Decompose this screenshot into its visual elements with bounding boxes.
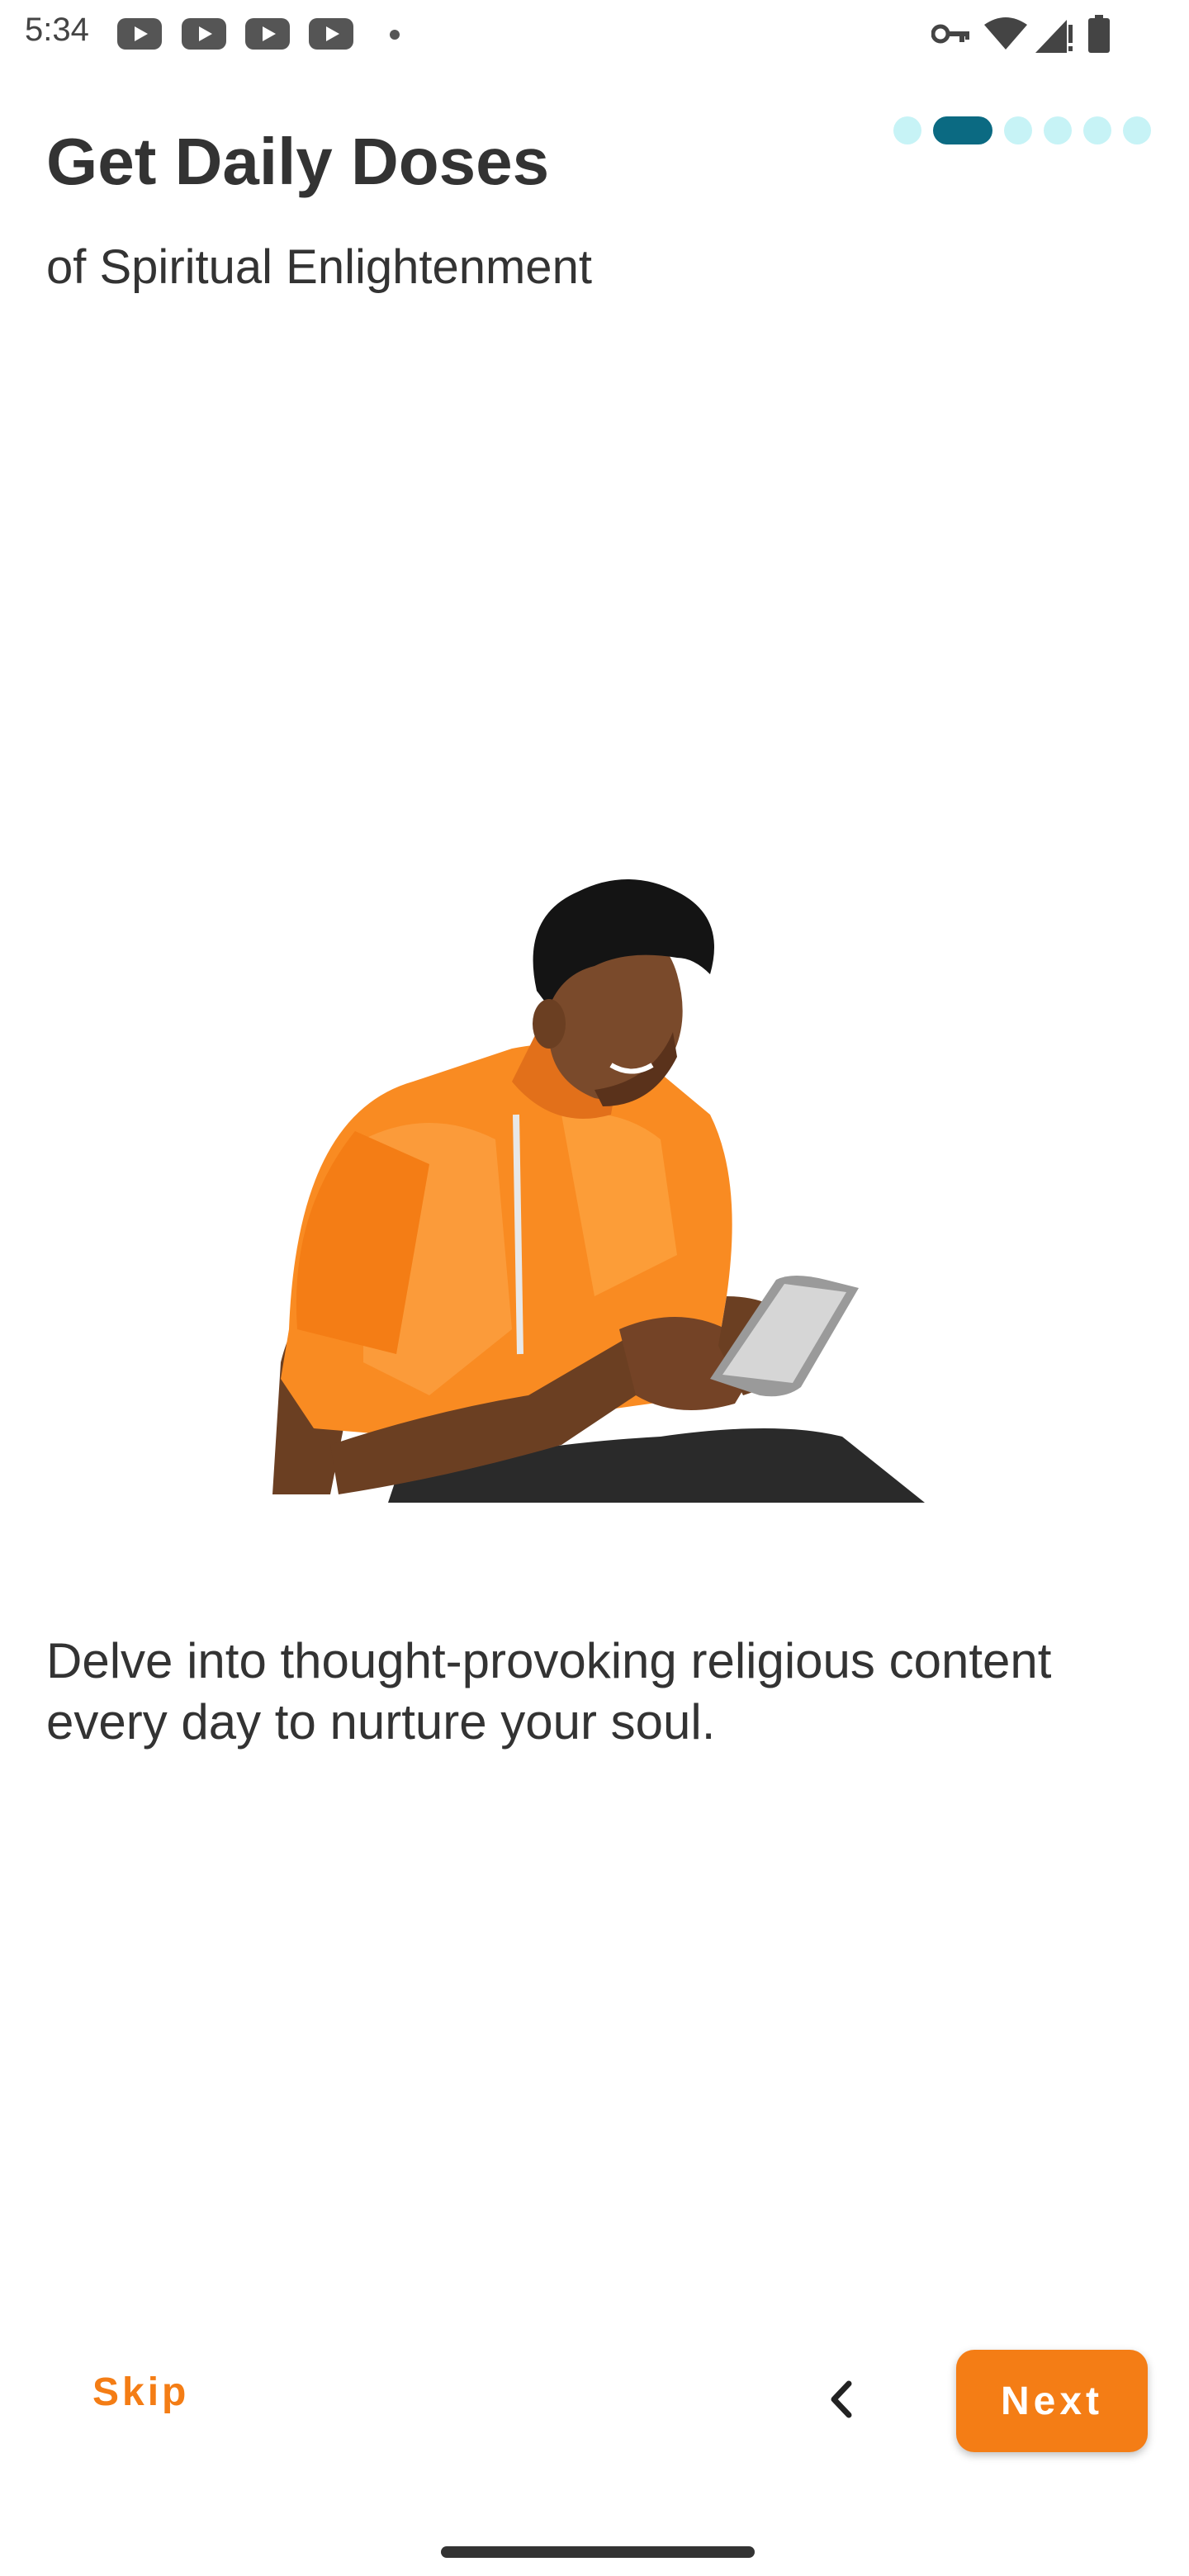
- page-dot: [1044, 116, 1072, 144]
- wifi-icon: [984, 17, 1027, 50]
- page-dot: [1123, 116, 1151, 144]
- page-dot: [893, 116, 921, 144]
- battery-icon: [1088, 15, 1110, 53]
- page-indicator: [893, 116, 1151, 145]
- youtube-icon: [309, 18, 353, 50]
- youtube-icon: [245, 18, 290, 50]
- chevron-left-icon: [831, 2380, 852, 2418]
- youtube-icon: [182, 18, 226, 50]
- onboarding-subtitle: of Spiritual Enlightenment: [46, 240, 592, 294]
- page-dot: [1083, 116, 1111, 144]
- more-notifications-icon: [390, 30, 400, 40]
- person-with-phone-illustration: [272, 879, 925, 1503]
- youtube-icon: [117, 18, 162, 50]
- status-bar: 5:34: [0, 0, 1189, 69]
- page-dot: [1004, 116, 1032, 144]
- vpn-key-icon: [931, 24, 969, 44]
- status-time: 5:34: [25, 12, 89, 48]
- back-button[interactable]: [809, 2370, 867, 2427]
- signal-icon: [1035, 20, 1073, 53]
- gesture-nav-handle[interactable]: [441, 2546, 755, 2558]
- onboarding-title: Get Daily Doses: [46, 125, 550, 198]
- skip-button[interactable]: Skip: [92, 2370, 189, 2415]
- page-dot-active: [933, 116, 992, 144]
- next-button[interactable]: Next: [956, 2350, 1148, 2452]
- onboarding-description: Delve into thought-provoking religious c…: [46, 1633, 1052, 1750]
